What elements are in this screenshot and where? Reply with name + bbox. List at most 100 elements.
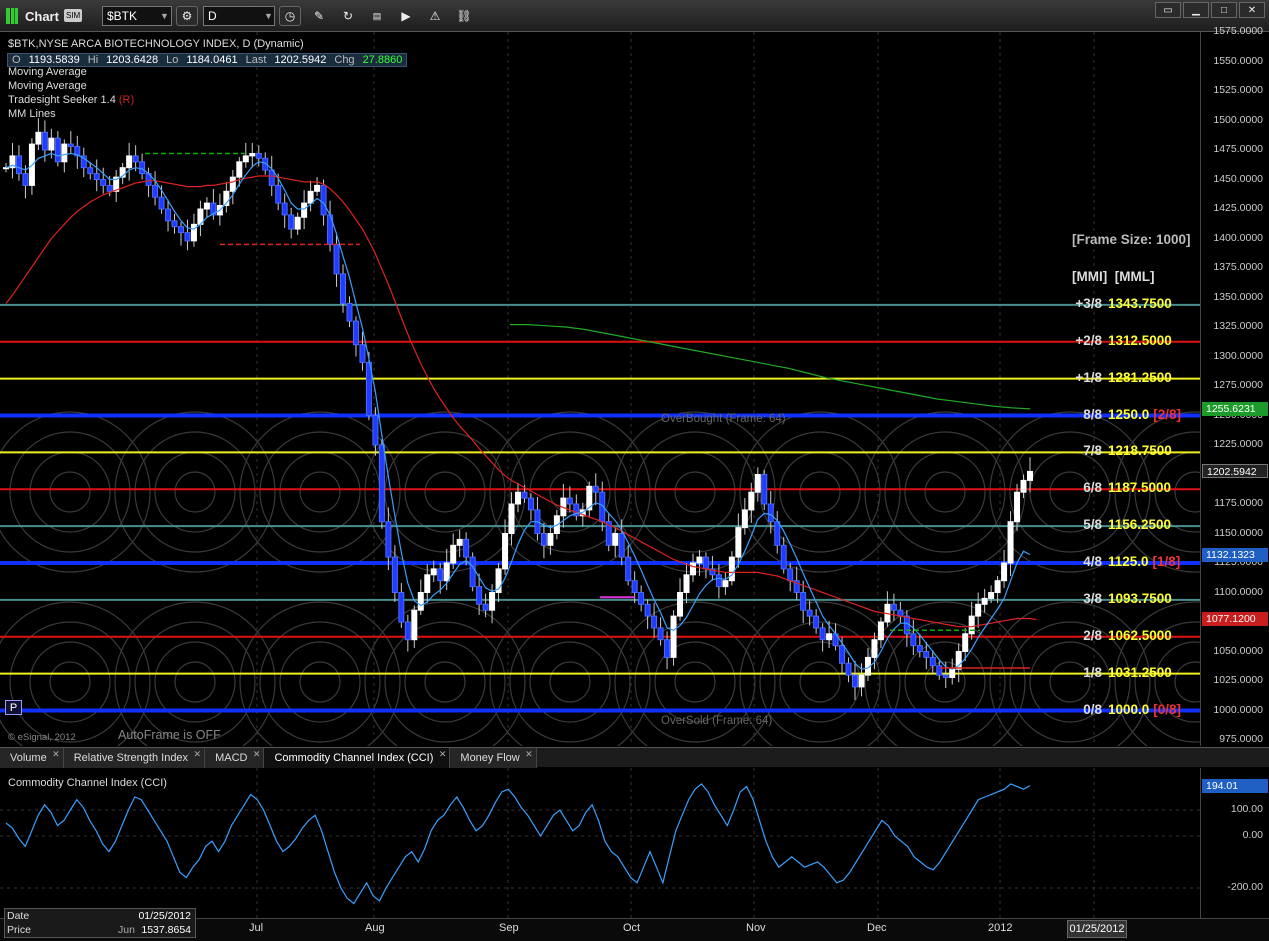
- menu-icon[interactable]: ▭: [1155, 2, 1181, 18]
- mm-level-row: +1/8 1281.2500: [1072, 370, 1171, 385]
- open-value: 1193.5839: [28, 54, 80, 66]
- candle: [515, 491, 521, 505]
- refresh-icon[interactable]: ↻: [337, 6, 359, 26]
- study-tab[interactable]: Relative Strength Index ✕: [63, 748, 206, 768]
- frame-circle: [884, 621, 1006, 743]
- candle: [508, 503, 515, 534]
- link-icon[interactable]: ⛓: [453, 6, 475, 26]
- candle: [735, 527, 742, 558]
- sim-badge[interactable]: SIM: [64, 9, 83, 22]
- study-tab[interactable]: Money Flow ✕: [450, 748, 537, 768]
- candle: [171, 220, 178, 228]
- study-tab[interactable]: MACD ✕: [205, 748, 265, 768]
- candle: [184, 232, 191, 242]
- candle: [910, 633, 917, 647]
- mm-level-row: 0/8 1000.0 [0/8]: [1072, 702, 1181, 717]
- frame-circle: [404, 451, 486, 533]
- dp-date-label: Date: [7, 910, 30, 922]
- cci-chart[interactable]: [0, 768, 1269, 918]
- candle: [890, 603, 897, 611]
- tab-close-icon[interactable]: ✕: [525, 749, 533, 760]
- study-tab[interactable]: Volume ✕: [0, 748, 64, 768]
- tab-close-icon[interactable]: ✕: [194, 749, 202, 760]
- candle: [683, 574, 690, 593]
- frame-circle: [299, 471, 341, 513]
- p-button[interactable]: P: [5, 700, 22, 715]
- tab-close-icon[interactable]: ✕: [52, 749, 60, 760]
- candle: [962, 633, 969, 652]
- candle: [385, 521, 392, 558]
- frame-circle: [174, 471, 216, 513]
- mm-level-value: 1187.5000: [1108, 480, 1172, 496]
- price-tick: 1350.0000: [1213, 290, 1263, 303]
- candle: [949, 668, 956, 678]
- candle: [314, 184, 321, 192]
- pencil-draw-icon[interactable]: ✎: [308, 6, 330, 26]
- mm-level-label: 7/8: [1083, 443, 1102, 459]
- price-chart[interactable]: [0, 32, 1200, 746]
- frame-circle: [154, 451, 236, 533]
- price-axis[interactable]: 1575.0000 1550.0000 1525.0000 1500.0000 1475…: [1200, 25, 1269, 746]
- frame-circle: [509, 621, 631, 743]
- candle: [372, 415, 379, 446]
- legend-study-mm[interactable]: MM Lines: [8, 107, 304, 121]
- candle: [942, 674, 949, 678]
- mm-level-row: +2/8 1312.5000: [1072, 333, 1171, 348]
- dp-price-value: 1537.8654: [141, 924, 191, 936]
- candle: [702, 556, 709, 570]
- interval-dropdown-icon[interactable]: ▼: [264, 6, 273, 26]
- candle: [22, 173, 29, 186]
- candle: [158, 196, 165, 210]
- alert-icon[interactable]: ⚠: [424, 6, 446, 26]
- candle: [236, 161, 243, 178]
- minimize-icon[interactable]: ▁: [1183, 2, 1209, 18]
- candle: [100, 179, 107, 186]
- frame-circle: [299, 661, 341, 703]
- legend-study-ma1[interactable]: Moving Average: [8, 65, 304, 79]
- mm-level-value: 1156.2500: [1108, 517, 1172, 533]
- mm-level-value: 1062.5000: [1108, 627, 1172, 643]
- price-tick: 975.0000: [1219, 733, 1263, 745]
- legend-study-ma2[interactable]: Moving Average: [8, 79, 304, 93]
- candle: [35, 131, 42, 145]
- clock-icon[interactable]: ◷: [279, 6, 301, 26]
- play-icon[interactable]: ▶: [395, 6, 417, 26]
- candle: [916, 645, 923, 652]
- frame-circle: [799, 471, 841, 513]
- candle: [715, 574, 722, 588]
- candle: [618, 533, 625, 558]
- price-tick: 1175.0000: [1214, 497, 1263, 509]
- candle: [489, 592, 496, 611]
- mm-level-row: 7/8 1218.7500: [1072, 443, 1172, 458]
- time-axis-label: Sep: [499, 922, 519, 934]
- candle: [813, 615, 820, 629]
- candle: [190, 223, 197, 242]
- frame-circle: [864, 411, 1026, 573]
- symbol-dropdown-icon[interactable]: ▼: [160, 6, 169, 26]
- tab-close-icon[interactable]: ✕: [253, 749, 261, 760]
- close-icon[interactable]: ✕: [1239, 2, 1265, 18]
- price-tick: 1325.0000: [1213, 320, 1263, 332]
- candle: [871, 639, 878, 658]
- settings-gear-icon[interactable]: ⚙: [176, 6, 198, 26]
- study-tab[interactable]: Commodity Channel Index (CCI) ✕: [264, 748, 451, 768]
- mm-level-label: 4/8: [1083, 554, 1102, 569]
- frame-circle: [0, 411, 151, 573]
- candle: [203, 202, 210, 210]
- price-tick: 1450.0000: [1213, 172, 1263, 185]
- current-date-box[interactable]: 01/25/2012: [1067, 920, 1127, 938]
- candle: [301, 202, 308, 218]
- legend-study-seeker[interactable]: Tradesight Seeker 1.4 (R): [8, 93, 304, 107]
- frame-circle: [799, 661, 841, 703]
- price-tick: 1300.0000: [1213, 349, 1263, 362]
- candle: [476, 586, 483, 605]
- tab-close-icon[interactable]: ✕: [439, 749, 447, 760]
- candle: [638, 592, 645, 605]
- cci-axis[interactable]: 100.00 0.00 -200.00 194.01: [1200, 768, 1269, 918]
- price-tick: 1000.0000: [1213, 703, 1263, 716]
- frame-size-label: [Frame Size: 1000]: [1072, 232, 1191, 247]
- mm-level-extra: [2/8]: [1153, 406, 1182, 422]
- dp-price-prefix: Jun: [118, 924, 135, 936]
- maximize-icon[interactable]: □: [1211, 2, 1237, 18]
- display-settings-icon[interactable]: ▤: [366, 6, 388, 26]
